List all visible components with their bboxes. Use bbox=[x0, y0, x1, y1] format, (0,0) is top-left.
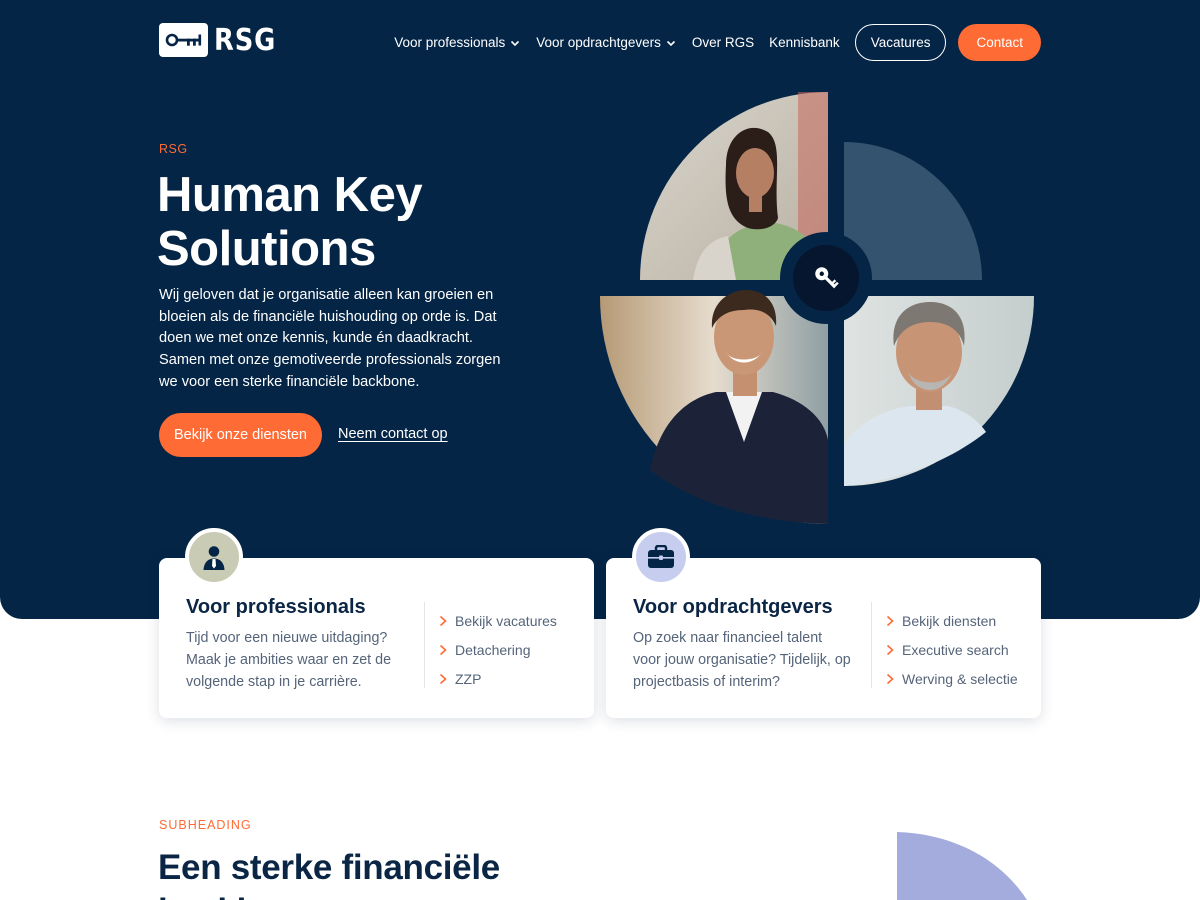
decorative-arc-shape bbox=[897, 832, 1027, 900]
link-label: Werving & selectie bbox=[902, 670, 1018, 687]
hero-portrait-graphic bbox=[600, 92, 1034, 524]
section-subheading: SUBHEADING bbox=[159, 818, 252, 832]
nav-item-kennisbank[interactable]: Kennisbank bbox=[769, 35, 840, 50]
nav-item-label: Voor professionals bbox=[394, 35, 506, 50]
contact-button[interactable]: Contact bbox=[958, 24, 1041, 61]
person-icon bbox=[185, 528, 243, 586]
card-divider bbox=[424, 602, 425, 688]
section-title: Een sterke financiële backbone bbox=[158, 848, 500, 900]
card-text: Tijd voor een nieuwe uitdaging? Maak je … bbox=[186, 630, 392, 690]
link-zzp[interactable]: ZZP bbox=[439, 664, 557, 693]
professionals-card[interactable]: Voor professionals Tijd voor een nieuwe … bbox=[159, 528, 594, 718]
hero-eyebrow: RSG bbox=[159, 142, 188, 156]
briefcase-icon bbox=[632, 528, 690, 586]
main-nav: Voor professionals Voor opdrachtgevers O… bbox=[394, 24, 1041, 61]
nav-item-voor-opdrachtgevers[interactable]: Voor opdrachtgevers bbox=[536, 35, 677, 50]
link-detachering[interactable]: Detachering bbox=[439, 635, 557, 664]
chevron-right-icon bbox=[439, 615, 447, 626]
contact-link[interactable]: Neem contact op bbox=[338, 426, 448, 442]
nav-item-over-rgs[interactable]: Over RGS bbox=[692, 35, 754, 50]
chevron-right-icon bbox=[886, 644, 894, 655]
link-bekijk-diensten[interactable]: Bekijk diensten bbox=[886, 606, 1018, 635]
hero-body: Wij geloven dat je organisatie alleen ka… bbox=[159, 287, 501, 390]
hero-section: RSG Voor professionals Voor opdrachtgeve… bbox=[0, 0, 1200, 619]
chevron-down-icon bbox=[666, 40, 675, 46]
man-suit-portrait-image bbox=[600, 290, 828, 524]
opdrachtgevers-card[interactable]: Voor opdrachtgevers Op zoek naar financi… bbox=[606, 528, 1041, 718]
card-title: Voor professionals bbox=[186, 596, 366, 618]
link-werving-selectie[interactable]: Werving & selectie bbox=[886, 664, 1018, 693]
logo[interactable]: RSG bbox=[159, 22, 286, 58]
nav-item-voor-professionals[interactable]: Voor professionals bbox=[394, 35, 521, 50]
link-label: ZZP bbox=[455, 670, 482, 687]
card-title: Voor opdrachtgevers bbox=[633, 596, 833, 618]
chevron-down-icon bbox=[511, 40, 520, 46]
link-label: Bekijk vacatures bbox=[455, 612, 557, 629]
chevron-right-icon bbox=[439, 673, 447, 684]
card-divider bbox=[871, 602, 872, 688]
key-logo-icon bbox=[159, 23, 208, 57]
services-cta-button[interactable]: Bekijk onze diensten bbox=[159, 413, 322, 457]
card-links: Bekijk vacatures Detachering ZZP bbox=[439, 606, 557, 693]
card-links: Bekijk diensten Executive search Werving… bbox=[886, 606, 1018, 693]
chevron-right-icon bbox=[886, 615, 894, 626]
link-label: Executive search bbox=[902, 641, 1009, 658]
chevron-right-icon bbox=[886, 673, 894, 684]
vacatures-button[interactable]: Vacatures bbox=[854, 24, 947, 61]
card-text: Op zoek naar financieel talent voor jouw… bbox=[633, 630, 851, 690]
nav-item-label: Voor opdrachtgevers bbox=[536, 35, 661, 50]
nav-item-label: Over RGS bbox=[691, 35, 755, 50]
senior-man-portrait-image bbox=[844, 296, 1034, 486]
link-label: Detachering bbox=[455, 641, 531, 658]
link-bekijk-vacatures[interactable]: Bekijk vacatures bbox=[439, 606, 557, 635]
nav-item-label: Kennisbank bbox=[769, 35, 840, 50]
link-executive-search[interactable]: Executive search bbox=[886, 635, 1018, 664]
hero-title: Human Key Solutions bbox=[157, 168, 423, 276]
chevron-right-icon bbox=[439, 644, 447, 655]
link-label: Bekijk diensten bbox=[902, 612, 997, 629]
logo-text: RSG bbox=[214, 22, 277, 58]
